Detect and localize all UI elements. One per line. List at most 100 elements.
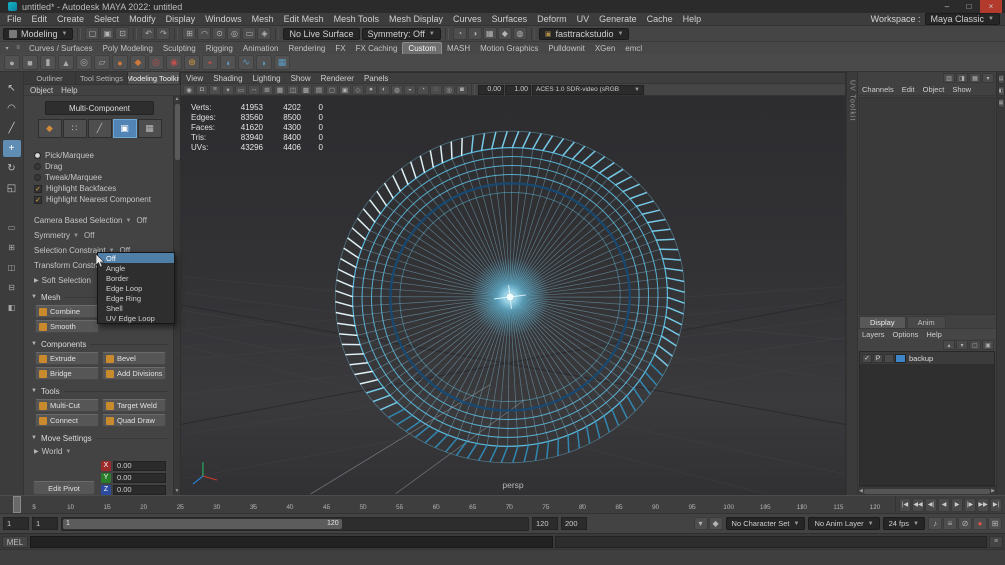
menu-item[interactable]: Curves (448, 13, 487, 25)
channel-box-list[interactable] (859, 97, 995, 315)
menu-item[interactable]: Help (61, 85, 77, 95)
panel-tab[interactable]: Modeling Toolkit (128, 72, 180, 84)
panel-toggle-icon[interactable]: ▾ (982, 73, 994, 83)
checkbox-option[interactable]: ✓ Highlight Backfaces (27, 183, 172, 194)
menu-option[interactable]: Angle (98, 263, 174, 273)
layer-visibility-toggle[interactable]: ✓ (862, 353, 872, 363)
status-icon[interactable]: ◆ (497, 27, 512, 40)
status-icon[interactable]: ⊞ (182, 27, 197, 40)
move-settings-section-header[interactable]: ▼ Move Settings (27, 431, 172, 445)
project-selector[interactable]: ▣ fasttrackstudio ▼ (538, 27, 630, 40)
menu-option[interactable]: Shell (98, 303, 174, 313)
menu-item[interactable]: Show (286, 73, 316, 83)
shelf-tab[interactable]: Motion Graphics (475, 42, 543, 54)
menu-item[interactable]: Channels (858, 84, 898, 95)
toolkit-button[interactable]: Extrude (35, 352, 99, 365)
tool-icon[interactable]: ◱ (3, 180, 21, 197)
shelf-tool-icon[interactable]: ▮ (40, 55, 56, 70)
viewport-icon[interactable]: ▭ (235, 84, 247, 95)
gamma-field[interactable]: 1.00 (505, 84, 531, 95)
playback-option-icon[interactable]: ♪ (928, 517, 942, 530)
menu-item[interactable]: Select (89, 13, 124, 25)
transport-button[interactable]: ◀ (938, 497, 950, 512)
shelf-tool-icon[interactable]: ⊛ (184, 55, 200, 70)
sidebar-tab-icon[interactable]: ▤ (997, 74, 1005, 84)
menu-option[interactable]: Off (98, 253, 174, 263)
menu-item[interactable]: Options (889, 329, 923, 339)
shelf-tool-icon[interactable]: ◗ (256, 55, 272, 70)
menu-item[interactable]: Surfaces (487, 13, 533, 25)
playback-end-field[interactable]: 120 (532, 517, 558, 530)
viewport-icon[interactable]: ▦ (274, 84, 286, 95)
status-icon[interactable]: ◎ (227, 27, 242, 40)
scroll-down-icon[interactable]: ▼ (175, 488, 180, 495)
shelf-tab[interactable]: emcl (620, 42, 647, 54)
menu-item[interactable]: Edit (27, 13, 53, 25)
menu-item[interactable]: Lighting (248, 73, 286, 83)
viewport-icon[interactable]: ≡ (209, 84, 221, 95)
viewport-icon[interactable]: ◌ (430, 84, 442, 95)
shelf-tool-icon[interactable]: ◓ (202, 55, 218, 70)
status-icon[interactable]: ▣ (100, 27, 115, 40)
shelf-tool-icon[interactable]: ◎ (148, 55, 164, 70)
layer-action-icon[interactable]: ▣ (982, 340, 994, 350)
menu-option[interactable]: Border (98, 273, 174, 283)
panel-toggle-icon[interactable]: ◨ (956, 73, 968, 83)
shelf-tool-icon[interactable]: ◉ (166, 55, 182, 70)
keying-icon[interactable]: ◆ (708, 517, 723, 530)
script-editor-icon[interactable]: ≡ (989, 535, 1003, 548)
sidebar-tab-icon[interactable]: ▦ (997, 98, 1005, 108)
viewport-icon[interactable]: ◘ (196, 84, 208, 95)
menu-item[interactable]: Display (161, 13, 201, 25)
menu-set-selector[interactable]: Modeling ▼ (3, 27, 74, 40)
menu-item[interactable]: Mesh (247, 13, 279, 25)
menu-item[interactable]: Renderer (316, 73, 359, 83)
transport-button[interactable]: ▶▶ (977, 497, 989, 512)
viewport-icon[interactable]: ▢ (326, 84, 338, 95)
shelf-tool-icon[interactable]: ▱ (94, 55, 110, 70)
playback-option-icon[interactable]: ≡ (943, 517, 957, 530)
transport-button[interactable]: ▶ (951, 497, 963, 512)
components-section-header[interactable]: ▼ Components (27, 337, 172, 351)
status-icon[interactable]: ▦ (482, 27, 497, 40)
component-mode-icon[interactable]: ▦ (137, 119, 162, 138)
anim-layer-selector[interactable]: No Anim Layer ▼ (808, 517, 880, 530)
viewport-icon[interactable]: ▩ (300, 84, 312, 95)
viewport-icon[interactable]: ↔ (248, 84, 260, 95)
transport-button[interactable]: ◀◀ (912, 497, 924, 512)
status-icon[interactable]: ◑ (467, 27, 482, 40)
toolkit-button[interactable]: Add Divisions (102, 367, 166, 380)
playback-start-field[interactable]: 1 (32, 517, 58, 530)
status-icon[interactable]: ◍ (512, 27, 527, 40)
viewport-icon[interactable]: ▣ (339, 84, 351, 95)
panel-tab[interactable]: Outliner (24, 72, 76, 84)
menu-item[interactable]: Modify (124, 13, 161, 25)
menu-item[interactable]: Windows (200, 13, 247, 25)
shelf-tool-icon[interactable]: ◎ (76, 55, 92, 70)
toolkit-button[interactable]: Target Weld (102, 399, 166, 412)
viewport-icon[interactable]: ◒ (404, 84, 416, 95)
viewport-icon[interactable]: ● (365, 84, 377, 95)
viewport-icon[interactable]: ▤ (313, 84, 325, 95)
menu-item[interactable]: Mesh Tools (329, 13, 384, 25)
status-icon[interactable]: ◔ (452, 27, 467, 40)
shelf-tool-icon[interactable]: ■ (22, 55, 38, 70)
component-mode-icon[interactable]: ∷ (62, 119, 87, 138)
playback-option-icon[interactable]: ⊞ (988, 517, 1002, 530)
transport-button[interactable]: ◀| (925, 497, 937, 512)
panel-toggle-icon[interactable]: ▦ (969, 73, 981, 83)
command-input[interactable] (30, 535, 554, 548)
layer-row[interactable]: ✓ P backup (860, 352, 994, 364)
close-button[interactable]: × (980, 0, 1002, 13)
edit-pivot-button[interactable]: Edit Pivot (33, 481, 95, 495)
menu-item[interactable]: Layers (858, 329, 889, 339)
axis-value-field[interactable]: 0.00 (113, 472, 166, 483)
menu-item[interactable]: Object (919, 84, 949, 95)
component-mode-icon[interactable]: ╱ (87, 119, 112, 138)
sidebar-tab-icon[interactable]: ◧ (997, 86, 1005, 96)
tools-section-header[interactable]: ▼ Tools (27, 384, 172, 398)
radio-option[interactable]: Drag (27, 161, 172, 172)
viewport-icon[interactable]: ▾ (222, 84, 234, 95)
minimize-button[interactable]: – (936, 0, 958, 13)
layout-preset-icon[interactable]: ⊞ (3, 239, 21, 256)
